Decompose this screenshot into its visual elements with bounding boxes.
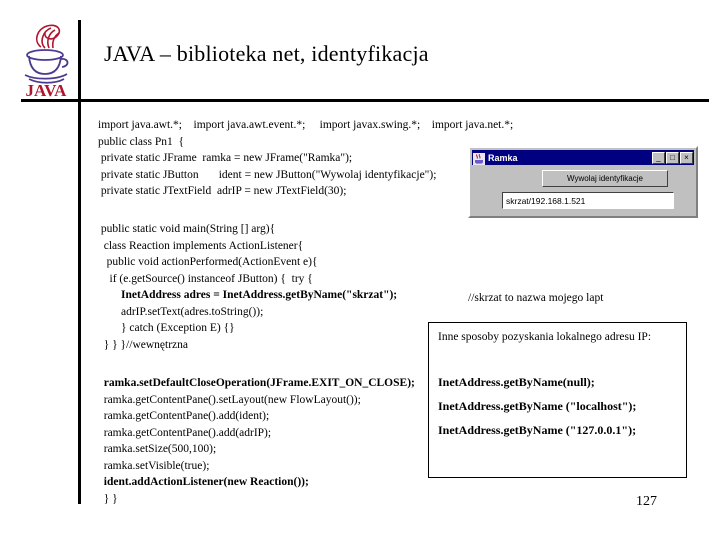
java-app-icon <box>473 152 485 165</box>
code-line: private static JFrame ramka = new JFrame… <box>98 152 353 164</box>
code-line: class Reaction implements ActionListener… <box>98 239 304 252</box>
page-title: JAVA – biblioteka net, identyfikacja <box>104 41 429 66</box>
page-number: 127 <box>636 494 657 509</box>
code-block-main: public static void main(String [] arg){ … <box>98 221 397 353</box>
java-logo-wordmark: JAVA <box>26 81 68 100</box>
header-vertical-rule <box>78 20 81 504</box>
ramka-title-text: Ramka <box>488 152 518 163</box>
slide-header: JAVA JAVA – biblioteka net, identyfikacj… <box>0 0 720 504</box>
header-horizontal-rule <box>21 99 709 102</box>
code-line: public class Pn1 { <box>98 135 185 148</box>
info-box-local-ip: Inne sposoby pozyskania lokalnego adresu… <box>428 322 687 478</box>
code-line: ramka.getContentPane().add(adrIP); <box>98 426 272 439</box>
code-block-tail: ramka.setDefaultCloseOperation(JFrame.EX… <box>98 375 415 507</box>
minimize-icon[interactable]: _ <box>652 151 665 164</box>
code-line: ident.addActionListener(new Reaction()); <box>98 476 309 488</box>
code-line: public void actionPerformed(ActionEvent … <box>98 256 318 268</box>
code-line: InetAddress adres = InetAddress.getByNam… <box>98 289 398 301</box>
java-logo: JAVA <box>17 17 75 101</box>
code-line: } } <box>98 492 118 505</box>
wywolaj-identyfikacje-button[interactable]: Wywolaj identyfikacje <box>542 170 668 187</box>
info-box-title: Inne sposoby pozyskania lokalnego adresu… <box>438 331 652 343</box>
code-line: ramka.setSize(500,100); <box>98 443 217 455</box>
ramka-titlebar-buttons: _ □ × <box>652 151 694 164</box>
list-item: InetAddress.getByName ("127.0.0.1"); <box>438 423 637 437</box>
code-line: ramka.setDefaultCloseOperation(JFrame.EX… <box>98 377 415 389</box>
maximize-icon[interactable]: □ <box>666 151 679 164</box>
code-line: import java.awt.*; import java.awt.event… <box>98 119 514 131</box>
ramka-window: Ramka _ □ × Wywolaj identyfikacje skrzat… <box>468 146 698 218</box>
code-block-imports: import java.awt.*; import java.awt.event… <box>98 117 513 200</box>
close-icon[interactable]: × <box>680 151 693 164</box>
code-line: ramka.setVisible(true); <box>98 459 210 472</box>
code-comment-skrzat: //skrzat to nazwa mojego lapt <box>468 292 604 304</box>
code-line: adrIP.setText(adres.toString()); <box>98 305 264 318</box>
ramka-client-area: Wywolaj identyfikacje skrzat/192.168.1.5… <box>474 168 692 214</box>
code-line: ramka.getContentPane().setLayout(new Flo… <box>98 393 361 406</box>
code-line: private static JTextField adrIP = new JT… <box>98 185 347 197</box>
code-line: } catch (Exception E) {} <box>98 322 235 334</box>
code-line: private static JButton ident = new JButt… <box>98 168 437 181</box>
code-line: if (e.getSource() instanceof JButton) { … <box>98 272 313 285</box>
list-item: InetAddress.getByName(null); <box>438 375 595 389</box>
ramka-titlebar: Ramka _ □ × <box>472 150 694 165</box>
code-line: } } }//wewnętrzna <box>98 338 189 351</box>
address-textfield[interactable]: skrzat/192.168.1.521 <box>502 192 674 209</box>
code-line: public static void main(String [] arg){ <box>98 223 276 235</box>
code-line: ramka.getContentPane().add(ident); <box>98 410 270 422</box>
info-box-list: InetAddress.getByName(null); InetAddress… <box>438 370 636 442</box>
list-item: InetAddress.getByName ("localhost"); <box>438 399 637 413</box>
